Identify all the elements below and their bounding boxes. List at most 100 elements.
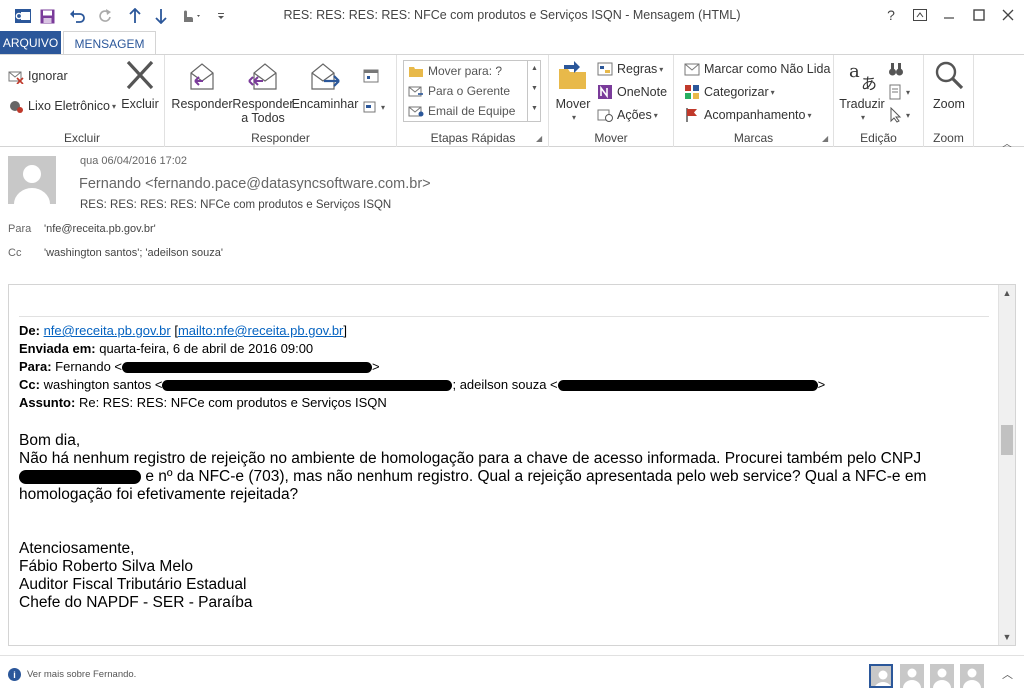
ignore-button[interactable]: Ignorar bbox=[8, 68, 68, 84]
sender-avatar[interactable] bbox=[8, 156, 56, 204]
quick-step-move-label: Mover para: ? bbox=[428, 64, 503, 78]
scroll-up-arrow-icon[interactable]: ▲ bbox=[999, 285, 1015, 301]
categorize-icon bbox=[685, 85, 699, 99]
quoted-subject-value: Re: RES: RES: NFCe com produtos e Serviç… bbox=[78, 395, 387, 410]
translate-label: Traduzir bbox=[839, 97, 885, 111]
minimize-button[interactable] bbox=[934, 5, 964, 25]
meeting-reply-button[interactable] bbox=[363, 68, 379, 84]
window-title: RES: RES: RES: RES: NFCe com produtos e … bbox=[283, 8, 741, 22]
reply-all-icon bbox=[248, 63, 277, 90]
ribbon-display-options-button[interactable] bbox=[905, 5, 935, 25]
quoted-to-line: Para: Fernando < > bbox=[19, 359, 380, 374]
onenote-button[interactable]: OneNote bbox=[597, 84, 667, 100]
reply-label: Responder bbox=[171, 97, 233, 111]
people-avatar-3[interactable] bbox=[930, 664, 954, 688]
select-button[interactable]: ▾ bbox=[888, 107, 910, 123]
group-delete: Ignorar Lixo Eletrônico ▾ Excluir Excluir bbox=[0, 55, 165, 147]
to-label: Para bbox=[8, 223, 32, 235]
group-quick-steps-label: Etapas Rápidas bbox=[430, 131, 516, 145]
translate-icon: aあ bbox=[849, 61, 877, 93]
people-info-text[interactable]: Ver mais sobre Fernando. bbox=[27, 669, 136, 680]
followup-label: Acompanhamento bbox=[704, 108, 806, 122]
flag-icon bbox=[686, 108, 697, 122]
reply-button[interactable]: Responder bbox=[170, 59, 234, 111]
people-avatar-fernando[interactable] bbox=[869, 664, 893, 688]
title-bar: RES: RES: RES: RES: NFCe com produtos e … bbox=[0, 0, 1024, 31]
actions-label: Ações bbox=[617, 108, 652, 122]
message-subject: RES: RES: RES: RES: NFCe com produtos e … bbox=[80, 199, 392, 211]
reply-icon bbox=[190, 63, 214, 90]
forward-label: Encaminhar bbox=[291, 97, 359, 111]
ignore-icon bbox=[8, 71, 24, 84]
redaction-mark bbox=[19, 469, 141, 484]
to-recipients[interactable]: 'nfe@receita.pb.gov.br' bbox=[44, 223, 156, 235]
quoted-from-link[interactable]: nfe@receita.pb.gov.br bbox=[44, 323, 171, 338]
reply-all-button[interactable]: Responder a Todos bbox=[232, 59, 294, 125]
reply-all-label-1: Responder bbox=[232, 97, 294, 111]
junk-button[interactable]: Lixo Eletrônico ▾ bbox=[8, 98, 116, 114]
people-avatar-4[interactable] bbox=[960, 664, 984, 688]
maximize-button[interactable] bbox=[964, 5, 994, 25]
quick-step-manager-label: Para o Gerente bbox=[428, 84, 511, 98]
quoted-mailto-link[interactable]: mailto:nfe@receita.pb.gov.br bbox=[178, 323, 343, 338]
move-folder-icon bbox=[559, 61, 586, 89]
junk-label: Lixo Eletrônico bbox=[28, 99, 110, 113]
scroll-down-arrow-icon[interactable]: ▼ bbox=[999, 629, 1015, 645]
categorize-button[interactable]: Categorizar ▾ bbox=[684, 84, 775, 100]
scroll-up-icon[interactable]: ▲ bbox=[531, 65, 538, 72]
quoted-cc-line: Cc: washington santos < ; adeilson souza … bbox=[19, 377, 826, 392]
group-tags: Marcar como Não Lida Categorizar ▾ Acompa… bbox=[674, 55, 834, 147]
message-body[interactable]: De: nfe@receita.pb.gov.br [mailto:nfe@re… bbox=[8, 284, 1016, 646]
rules-button[interactable]: Regras ▾ bbox=[597, 61, 663, 77]
tags-launcher-icon[interactable]: ◢ bbox=[822, 134, 828, 143]
zoom-label: Zoom bbox=[933, 97, 965, 111]
quoted-sent-label: Enviada em: bbox=[19, 341, 96, 356]
more-respond-button[interactable]: ▾ bbox=[363, 99, 385, 115]
mark-unread-button[interactable]: Marcar como Não Lida bbox=[684, 61, 830, 77]
body-line-2: e nº da NFC-e (703), mas não nenhum regi… bbox=[19, 467, 926, 486]
quoted-cc-value-1: washington santos < bbox=[43, 377, 163, 392]
tab-message[interactable]: MENSAGEM bbox=[63, 31, 156, 55]
actions-button[interactable]: Ações ▾ bbox=[597, 107, 658, 123]
body-scrollbar[interactable]: ▲ ▼ bbox=[998, 285, 1015, 645]
cc-recipients[interactable]: 'washington santos'; 'adeilson souza' bbox=[44, 247, 223, 259]
binoculars-icon bbox=[889, 63, 903, 76]
scroll-down-icon[interactable]: ▼ bbox=[531, 85, 538, 92]
junk-icon bbox=[10, 101, 23, 113]
actions-icon bbox=[597, 109, 613, 122]
people-avatar-2[interactable] bbox=[900, 664, 924, 688]
scroll-thumb[interactable] bbox=[1001, 425, 1013, 455]
move-button[interactable]: Mover ▾ bbox=[553, 59, 593, 125]
quick-step-manager[interactable]: Para o Gerente bbox=[408, 83, 510, 99]
sender-name[interactable]: Fernando <fernando.pace@datasyncsoftware… bbox=[79, 176, 431, 192]
expand-gallery-icon[interactable]: ▼ bbox=[531, 105, 538, 112]
group-zoom: Zoom Zoom bbox=[924, 55, 974, 147]
signature-closing: Atenciosamente, bbox=[19, 540, 135, 557]
person-icon bbox=[875, 670, 891, 686]
forward-button[interactable]: Encaminhar bbox=[292, 59, 358, 111]
rules-label: Regras bbox=[617, 62, 658, 76]
find-button[interactable] bbox=[888, 61, 904, 77]
help-button[interactable]: ? bbox=[876, 5, 906, 25]
translate-button[interactable]: aあ Traduzir ▾ bbox=[838, 59, 886, 125]
expand-people-pane-icon[interactable]: ︿ bbox=[1002, 666, 1013, 682]
zoom-button[interactable]: Zoom bbox=[926, 59, 972, 111]
quick-steps-launcher-icon[interactable]: ◢ bbox=[536, 134, 542, 143]
followup-button[interactable]: Acompanhamento ▾ bbox=[684, 107, 811, 123]
cursor-icon bbox=[890, 107, 902, 123]
tab-file[interactable]: ARQUIVO bbox=[0, 31, 61, 55]
close-button[interactable] bbox=[993, 5, 1023, 25]
redaction-mark bbox=[162, 380, 453, 392]
meeting-icon bbox=[363, 69, 379, 83]
delete-button[interactable]: Excluir bbox=[118, 59, 162, 111]
svg-text:あ: あ bbox=[861, 74, 877, 93]
quick-step-team[interactable]: Email de Equipe bbox=[408, 103, 515, 119]
mark-unread-label: Marcar como Não Lida bbox=[704, 62, 831, 76]
group-editing-label: Edição bbox=[860, 131, 897, 145]
quick-step-move[interactable]: Mover para: ? bbox=[408, 63, 502, 79]
quick-steps-scroll[interactable]: ▲ ▼ ▼ bbox=[527, 61, 540, 121]
related-button[interactable]: ▾ bbox=[888, 84, 910, 100]
redaction-mark bbox=[122, 362, 373, 374]
magnifier-icon bbox=[935, 61, 964, 90]
group-editing: aあ Traduzir ▾ ▾ ▾ Edição bbox=[834, 55, 924, 147]
